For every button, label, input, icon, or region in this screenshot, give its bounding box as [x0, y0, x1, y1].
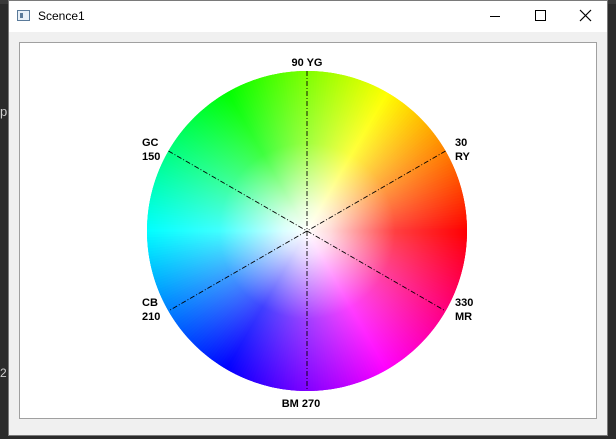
minimize-button[interactable]: [471, 1, 517, 32]
label-330: 330: [455, 297, 473, 309]
label-210: 210: [142, 311, 160, 323]
title-bar[interactable]: Scence1: [9, 1, 607, 32]
close-button[interactable]: [562, 1, 608, 32]
label-cb: CB: [142, 297, 158, 309]
app-window: Scence1 90 YG 30 RY GC 150 CB 210 330 MR…: [8, 0, 608, 436]
label-ry: RY: [455, 151, 471, 163]
label-gc: GC: [142, 137, 159, 149]
label-bm-270: BM 270: [282, 398, 321, 410]
app-window-icon: [17, 10, 30, 21]
window-title: Scence1: [38, 9, 85, 23]
background-text: p: [0, 104, 8, 119]
label-150: 150: [142, 151, 160, 163]
color-wheel-canvas: 90 YG 30 RY GC 150 CB 210 330 MR BM 270: [142, 57, 473, 410]
close-icon: [579, 9, 592, 22]
scene-view[interactable]: 90 YG 30 RY GC 150 CB 210 330 MR BM 270: [19, 42, 597, 419]
label-90-yg: 90 YG: [292, 57, 323, 69]
maximize-button[interactable]: [517, 1, 563, 32]
maximize-icon: [535, 10, 546, 21]
minimize-icon: [490, 16, 500, 17]
label-30: 30: [455, 137, 467, 149]
background-text: 2: [0, 366, 7, 380]
label-mr: MR: [455, 311, 472, 323]
